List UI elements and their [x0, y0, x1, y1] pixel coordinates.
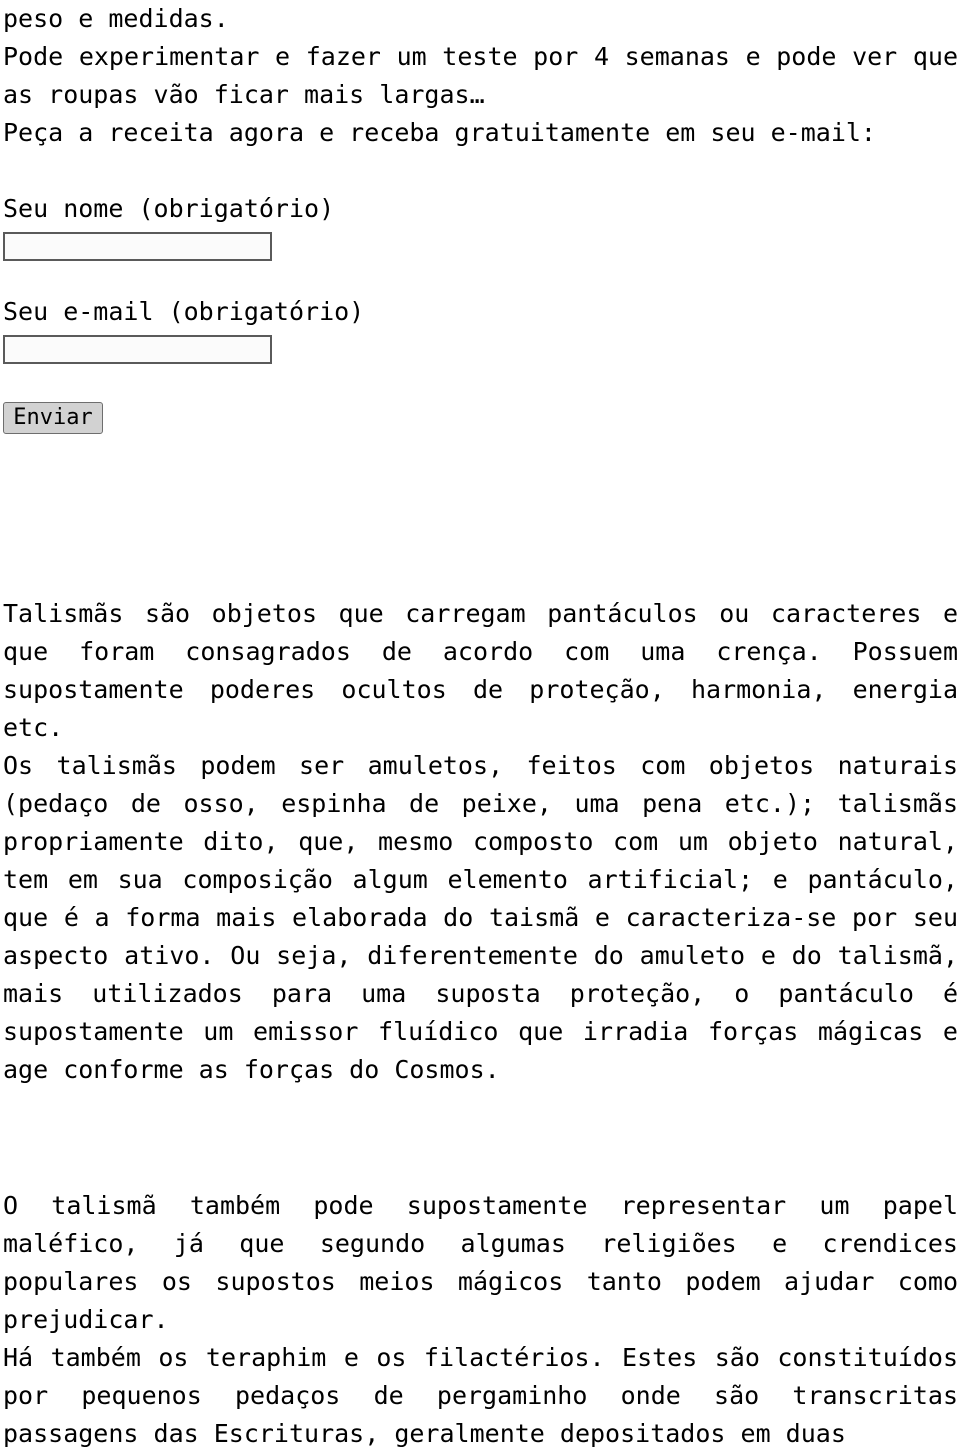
article-paragraph-1: Talismãs são objetos que carregam pantác… — [3, 599, 958, 742]
field-spacer — [3, 261, 958, 293]
intro-line-3: Peça a receita agora e receba gratuitame… — [3, 118, 876, 147]
intro-line-1: peso e medidas. — [3, 4, 229, 33]
article-content: Talismãs são objetos que carregam pantác… — [3, 595, 958, 1453]
article-paragraph-4: Há também os teraphim e os filactérios. … — [3, 1343, 958, 1448]
submit-button[interactable]: Enviar — [3, 402, 103, 434]
name-field-label: Seu nome (obrigatório) — [3, 194, 335, 223]
article-paragraph-2: Os talismãs podem ser amuletos, feitos c… — [3, 751, 958, 1084]
paragraph-spacer-1 — [3, 1089, 958, 1187]
document-body: peso e medidas. Pode experimentar e faze… — [0, 0, 960, 1453]
form-article-spacer — [3, 435, 958, 595]
email-field-label: Seu e-mail (obrigatório) — [3, 297, 365, 326]
article-paragraph-3: O talismã também pode supostamente repre… — [3, 1191, 958, 1334]
intro-line-2: Pode experimentar e fazer um teste por 4… — [3, 42, 958, 109]
signup-form: Seu nome (obrigatório) Seu e-mail (obrig… — [3, 190, 958, 435]
name-input[interactable] — [3, 232, 272, 261]
email-input[interactable] — [3, 335, 272, 364]
submit-row: Enviar — [3, 397, 958, 435]
